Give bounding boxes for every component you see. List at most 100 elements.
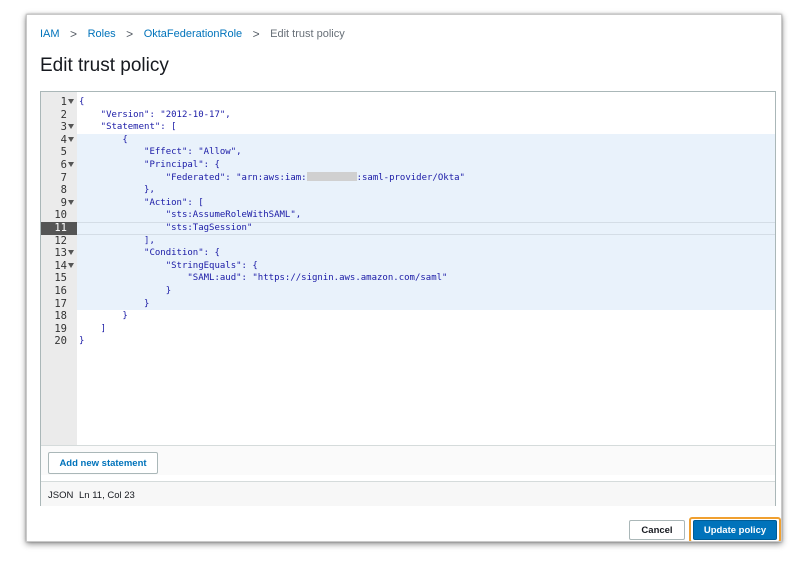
line-number: 12	[54, 234, 67, 247]
code-line[interactable]: 20}	[41, 335, 775, 348]
code-text: }	[79, 285, 171, 298]
code-line[interactable]: 5 "Effect": "Allow",	[41, 146, 775, 159]
code-text-segment: "Condition": {	[79, 248, 220, 259]
line-number: 11	[41, 222, 67, 235]
line-number: 2	[60, 108, 67, 121]
fold-arrow-icon[interactable]	[68, 124, 74, 130]
code-text: },	[79, 184, 155, 197]
line-number: 4	[60, 133, 67, 146]
line-number: 13	[54, 247, 67, 260]
breadcrumb-iam[interactable]: IAM	[40, 28, 60, 40]
redacted-account-id	[306, 171, 357, 181]
code-text: "StringEquals": {	[79, 260, 258, 273]
line-number: 19	[54, 322, 67, 335]
code-text-segment: }	[79, 336, 85, 347]
json-code-editor[interactable]: 1{2 "Version": "2012-10-17", 3 "Statement…	[41, 92, 775, 445]
code-line[interactable]: 7 "Federated": "arn:aws:iam: :saml-provid…	[41, 171, 775, 185]
line-number: 18	[54, 310, 67, 323]
code-text: "sts:TagSession"	[79, 222, 253, 235]
breadcrumb-current: Edit trust policy	[270, 28, 345, 40]
code-text-segment: "Principal": {	[79, 160, 220, 170]
code-line[interactable]: 17 }	[41, 297, 775, 311]
code-text-segment: "Statement": [	[79, 122, 177, 133]
breadcrumb: IAM > Roles > OktaFederationRole > Edit …	[40, 27, 345, 41]
code-line[interactable]: 12 ],	[41, 234, 775, 248]
line-number: 3	[60, 121, 67, 134]
code-text: ],	[79, 235, 155, 248]
code-text-segment: }	[79, 311, 128, 322]
code-line[interactable]: 6 "Principal": {	[41, 159, 775, 172]
code-text: "Statement": [	[79, 121, 177, 134]
code-line[interactable]: 4 {	[41, 133, 775, 147]
code-text: "Version": "2012-10-17",	[79, 109, 231, 122]
line-number: 14	[54, 259, 67, 272]
code-line[interactable]: 10 "sts:AssumeRoleWithSAML",	[41, 209, 775, 222]
code-line[interactable]: 11 "sts:TagSession"	[41, 222, 775, 235]
code-text-segment: ],	[79, 235, 155, 246]
line-number: 5	[60, 146, 67, 159]
code-text-segment: {	[79, 134, 128, 145]
code-line[interactable]: 15 "SAML:aud": "https://signin.aws.amazo…	[41, 272, 775, 285]
code-text: {	[79, 96, 84, 109]
code-text-segment: }	[79, 286, 172, 296]
code-text-segment: "Federated": "arn:aws:iam:	[79, 172, 307, 183]
cancel-button[interactable]: Cancel	[629, 520, 685, 540]
line-number: 8	[60, 184, 67, 197]
line-number: 15	[54, 272, 67, 285]
code-text: }	[79, 298, 149, 311]
line-number: 6	[60, 159, 67, 171]
code-line[interactable]: 3 "Statement": [	[41, 121, 775, 134]
fold-arrow-icon[interactable]	[68, 136, 74, 142]
code-text-segment: "sts:AssumeRoleWithSAML",	[79, 210, 302, 221]
fold-arrow-icon[interactable]	[68, 162, 74, 167]
line-number: 17	[54, 297, 67, 310]
line-number: 10	[54, 209, 67, 222]
chevron-right-icon: >	[126, 27, 134, 41]
edit-trust-policy-window: IAM > Roles > OktaFederationRole > Edit …	[26, 14, 782, 542]
code-text: "sts:AssumeRoleWithSAML",	[79, 209, 301, 222]
fold-arrow-icon[interactable]	[68, 250, 74, 256]
fold-arrow-icon[interactable]	[68, 262, 74, 268]
line-number: 7	[60, 171, 67, 184]
code-text: "SAML:aud": "https://signin.aws.amazon.c…	[79, 272, 447, 285]
code-text: "Principal": {	[79, 159, 220, 172]
fold-arrow-icon[interactable]	[68, 99, 74, 104]
code-line[interactable]: 9 "Action": [	[41, 196, 775, 210]
code-text-segment: ]	[79, 323, 107, 334]
code-text-segment: }	[79, 298, 150, 309]
code-text-segment: {	[79, 97, 85, 107]
code-text: "Condition": {	[79, 247, 220, 260]
fold-arrow-icon[interactable]	[68, 199, 74, 205]
code-text-segment: "SAML:aud": "https://signin.aws.amazon.c…	[79, 273, 448, 284]
page-title: Edit trust policy	[40, 55, 169, 76]
code-text-segment: "StringEquals": {	[79, 260, 258, 271]
code-line[interactable]: 8 },	[41, 184, 775, 197]
chevron-right-icon: >	[252, 27, 260, 41]
add-new-statement-button[interactable]: Add new statement	[48, 452, 158, 474]
policy-editor-panel: 1{2 "Version": "2012-10-17", 3 "Statement…	[40, 91, 776, 506]
code-line[interactable]: 2 "Version": "2012-10-17",	[41, 109, 775, 122]
code-text: ]	[79, 323, 106, 336]
code-line[interactable]: 13 "Condition": {	[41, 247, 775, 260]
update-policy-button[interactable]: Update policy	[693, 520, 777, 540]
line-number: 9	[60, 196, 67, 209]
code-text-segment: :saml-provider/Okta"	[356, 172, 465, 183]
code-line[interactable]: 16 }	[41, 285, 775, 298]
code-line[interactable]: 18 }	[41, 310, 775, 323]
code-line[interactable]: 14 "StringEquals": {	[41, 259, 775, 273]
line-number: 20	[54, 335, 67, 348]
chevron-right-icon: >	[70, 27, 78, 41]
line-number: 1	[60, 96, 67, 108]
code-text-segment: "Effect": "Allow",	[79, 147, 242, 158]
code-text-segment: },	[79, 185, 155, 196]
code-text-segment: "Action": [	[79, 197, 204, 208]
code-text: }	[79, 335, 84, 348]
editor-status-bar: JSON Ln 11, Col 23	[41, 481, 775, 506]
code-line[interactable]: 1{	[41, 96, 775, 109]
code-line[interactable]: 19 ]	[41, 323, 775, 336]
line-number: 16	[54, 285, 67, 297]
language-indicator: JSON	[48, 490, 74, 501]
cursor-position: Ln 11, Col 23	[79, 490, 135, 501]
breadcrumb-role[interactable]: OktaFederationRole	[144, 28, 242, 40]
breadcrumb-roles[interactable]: Roles	[88, 28, 116, 40]
